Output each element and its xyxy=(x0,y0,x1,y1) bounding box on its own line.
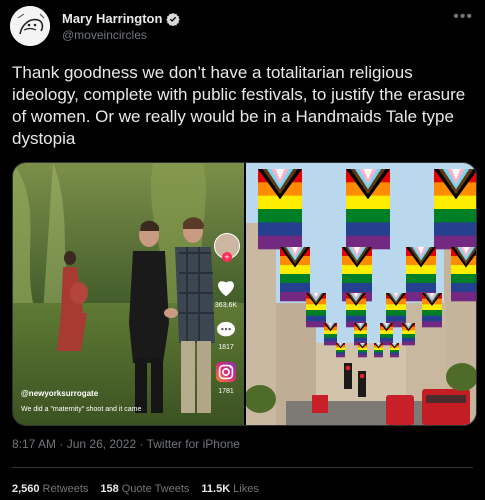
tweet-time[interactable]: 8:17 AM xyxy=(12,437,56,451)
pride-flags-street-illustration xyxy=(244,163,476,425)
media-photo-right[interactable] xyxy=(244,163,476,425)
quote-tweets-count: 158 xyxy=(100,483,119,495)
more-options-icon[interactable]: ••• xyxy=(453,8,473,26)
couple-photo-illustration xyxy=(13,163,244,425)
pride-flag xyxy=(402,323,415,346)
pride-flag xyxy=(258,169,302,250)
likes-count: 11.5K xyxy=(201,483,231,495)
tiktok-follow-icon: + xyxy=(222,252,232,262)
pride-flag xyxy=(451,247,476,302)
tiktok-actions: + 363.6K 1817 1781 xyxy=(211,233,241,395)
author-name[interactable]: Mary Harrington xyxy=(62,11,162,26)
tiktok-heart-icon xyxy=(215,277,241,302)
meta-separator: · xyxy=(59,437,67,451)
pride-flag xyxy=(336,343,345,358)
verified-badge-icon xyxy=(166,12,181,26)
overlay-caption: We did a "maternity" shoot and it came xyxy=(21,406,142,413)
pride-flag xyxy=(380,323,393,346)
tiktok-share-count: 1781 xyxy=(218,388,234,395)
instagram-icon xyxy=(215,361,241,388)
author-handle[interactable]: @moveincircles xyxy=(62,28,147,42)
pride-flag xyxy=(306,293,326,328)
pride-flag xyxy=(422,293,442,328)
media-photo-left[interactable]: + 363.6K 1817 1781 @newyorksurrogate We … xyxy=(13,163,244,425)
tweet-source[interactable]: Twitter for iPhone xyxy=(147,437,240,451)
pride-flag xyxy=(434,169,476,250)
divider xyxy=(12,467,473,468)
tweet-media[interactable]: + 363.6K 1817 1781 @newyorksurrogate We … xyxy=(12,162,477,426)
pride-flag xyxy=(390,343,399,358)
pride-flag xyxy=(346,169,390,250)
avatar[interactable] xyxy=(10,6,50,46)
meta-separator: · xyxy=(139,437,147,451)
tiktok-avatar-icon: + xyxy=(214,233,240,262)
pride-flag xyxy=(386,293,406,328)
pride-flag xyxy=(280,247,310,302)
tiktok-like-count: 363.6K xyxy=(214,302,238,309)
tweet-text: Thank goodness we don’t have a totalitar… xyxy=(12,63,466,148)
retweets-label: Retweets xyxy=(42,483,89,495)
pride-flag xyxy=(324,323,337,346)
pride-flag xyxy=(374,343,383,358)
tweet-meta: 8:17 AM · Jun 26, 2022 · Twitter for iPh… xyxy=(12,437,240,451)
likes-stat[interactable]: 11.5K Likes xyxy=(201,483,258,495)
pride-flag xyxy=(346,293,366,328)
tweet-date[interactable]: Jun 26, 2022 xyxy=(67,437,136,451)
retweets-count: 2,560 xyxy=(12,483,40,495)
retweets-stat[interactable]: 2,560 Retweets xyxy=(12,483,88,495)
pride-flag xyxy=(354,323,367,346)
quote-tweets-stat[interactable]: 158 Quote Tweets xyxy=(100,483,189,495)
pride-flag xyxy=(358,343,367,358)
tweet-stats: 2,560 Retweets 158 Quote Tweets 11.5K Likes xyxy=(12,483,259,495)
author-row: Mary Harrington xyxy=(62,11,181,26)
quote-tweets-label: Quote Tweets xyxy=(121,483,190,495)
overlay-handle: @newyorksurrogate xyxy=(21,389,99,398)
avatar-sketch-icon xyxy=(10,6,50,46)
tiktok-comment-icon xyxy=(216,321,241,344)
likes-label: Likes xyxy=(233,483,259,495)
tiktok-comment-count: 1817 xyxy=(218,344,234,351)
